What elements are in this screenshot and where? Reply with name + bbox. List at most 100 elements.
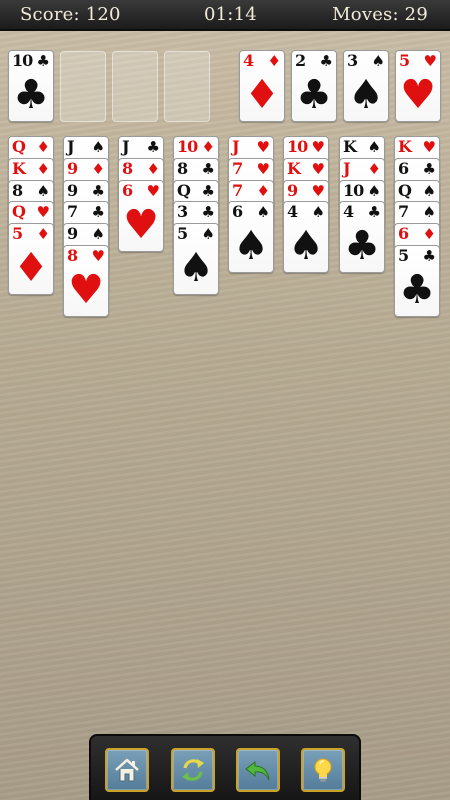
card-suit-small: ♣ — [201, 203, 215, 221]
card-suit-large: ♣ — [344, 223, 380, 269]
home-button[interactable] — [105, 748, 149, 792]
foundation-card[interactable]: 3 ♠ ♠ — [343, 50, 389, 122]
card-rank: 9 — [67, 159, 78, 178]
card-suit-small: ♣ — [201, 182, 215, 200]
tableau-card[interactable]: 4 ♣ ♣ — [339, 201, 385, 273]
card-suit-small: ♠ — [256, 203, 270, 221]
card-suit-small: ♥ — [36, 203, 50, 221]
tableau-card[interactable]: 5 ♦ ♦ — [8, 223, 54, 295]
free-cell-empty[interactable] — [164, 51, 210, 122]
card-suit-small: ♦ — [256, 182, 270, 200]
foundation-card[interactable]: 5 ♥ ♥ — [395, 50, 441, 122]
tableau-card[interactable]: 5 ♠ ♠ — [173, 223, 219, 295]
card-suit-small: ♠ — [371, 52, 385, 70]
card-suit-small: ♥ — [256, 160, 270, 178]
card-suit-small: ♥ — [422, 138, 436, 156]
card-rank: 10 — [177, 137, 198, 156]
card-rank: 7 — [398, 202, 409, 221]
card-suit-small: ♥ — [311, 160, 325, 178]
card-suit-small: ♥ — [256, 138, 270, 156]
restart-button[interactable] — [171, 748, 215, 792]
card-rank: 5 — [398, 246, 409, 265]
card-suit-large: ♥ — [123, 202, 159, 248]
card-suit-small: ♣ — [36, 52, 50, 70]
card-rank: J — [122, 137, 130, 156]
card-rank: 9 — [67, 181, 78, 200]
card-suit-small: ♦ — [91, 160, 105, 178]
restart-icon — [182, 759, 204, 781]
tableau-card[interactable]: 8 ♥ ♥ — [63, 245, 109, 317]
card-rank: 6 — [398, 224, 409, 243]
bottom-toolbar — [89, 734, 361, 800]
tableau-card[interactable]: 6 ♥ ♥ — [118, 180, 164, 252]
card-suit-small: ♣ — [146, 138, 160, 156]
card-suit-small: ♠ — [422, 182, 436, 200]
card-rank: Q — [12, 137, 26, 156]
card-suit-small: ♣ — [91, 182, 105, 200]
card-suit-small: ♣ — [422, 160, 436, 178]
card-suit-small: ♥ — [91, 247, 105, 265]
card-rank: 3 — [347, 51, 358, 70]
card-suit-small: ♥ — [146, 182, 160, 200]
card-suit-small: ♣ — [422, 247, 436, 265]
card-suit-small: ♦ — [36, 225, 50, 243]
card-suit-large: ♣ — [13, 72, 49, 118]
card-rank: 5 — [399, 51, 410, 70]
card-suit-large: ♦ — [244, 72, 280, 118]
card-rank: 4 — [343, 202, 354, 221]
card-suit-large: ♣ — [296, 72, 332, 118]
undo-icon — [245, 760, 270, 781]
card-rank: 5 — [177, 224, 188, 243]
card-suit-small: ♣ — [367, 203, 381, 221]
tableau-card[interactable]: 6 ♠ ♠ — [228, 201, 274, 273]
tableau-card[interactable]: 4 ♠ ♠ — [283, 201, 329, 273]
card-suit-large: ♠ — [233, 223, 269, 269]
card-rank: 10 — [343, 181, 364, 200]
foundation-card[interactable]: 4 ♦ ♦ — [239, 50, 285, 122]
card-suit-small: ♠ — [91, 225, 105, 243]
card-rank: 6 — [122, 181, 133, 200]
card-suit-large: ♥ — [68, 267, 104, 313]
card-rank: 6 — [398, 159, 409, 178]
card-rank: J — [67, 137, 75, 156]
hint-icon — [314, 758, 332, 782]
free-cell-empty[interactable] — [60, 51, 106, 122]
card-suit-small: ♦ — [367, 160, 381, 178]
tableau-card[interactable]: 5 ♣ ♣ — [394, 245, 440, 317]
card-suit-small: ♣ — [319, 52, 333, 70]
card-rank: 8 — [122, 159, 133, 178]
card-rank: 10 — [287, 137, 308, 156]
card-rank: 4 — [287, 202, 298, 221]
card-suit-small: ♣ — [91, 203, 105, 221]
free-cell-card[interactable]: 10 ♣ ♣ — [8, 50, 54, 122]
undo-button[interactable] — [236, 748, 280, 792]
card-rank: 6 — [232, 202, 243, 221]
hint-button[interactable] — [301, 748, 345, 792]
card-suit-small: ♦ — [267, 52, 281, 70]
card-suit-small: ♠ — [201, 225, 215, 243]
card-suit-small: ♥ — [423, 52, 437, 70]
card-suit-large: ♥ — [400, 72, 436, 118]
timer-display: 01:14 — [204, 4, 257, 25]
card-rank: 3 — [177, 202, 188, 221]
card-suit-small: ♠ — [311, 203, 325, 221]
card-suit-small: ♠ — [91, 138, 105, 156]
card-suit-small: ♥ — [311, 138, 325, 156]
card-rank: K — [398, 137, 412, 156]
card-rank: 10 — [12, 51, 33, 70]
card-suit-small: ♣ — [201, 160, 215, 178]
foundation-card[interactable]: 2 ♣ ♣ — [291, 50, 337, 122]
free-cell-empty[interactable] — [112, 51, 158, 122]
card-suit-small: ♦ — [36, 138, 50, 156]
card-suit-large: ♠ — [348, 72, 384, 118]
card-suit-small: ♦ — [36, 160, 50, 178]
moves-display: Moves: 29 — [332, 4, 428, 25]
card-rank: 5 — [12, 224, 23, 243]
card-rank: J — [232, 137, 240, 156]
card-suit-small: ♠ — [367, 182, 381, 200]
home-icon — [115, 758, 139, 782]
card-suit-large: ♠ — [288, 223, 324, 269]
card-rank: J — [343, 159, 351, 178]
card-rank: Q — [12, 202, 26, 221]
card-rank: 7 — [232, 159, 243, 178]
